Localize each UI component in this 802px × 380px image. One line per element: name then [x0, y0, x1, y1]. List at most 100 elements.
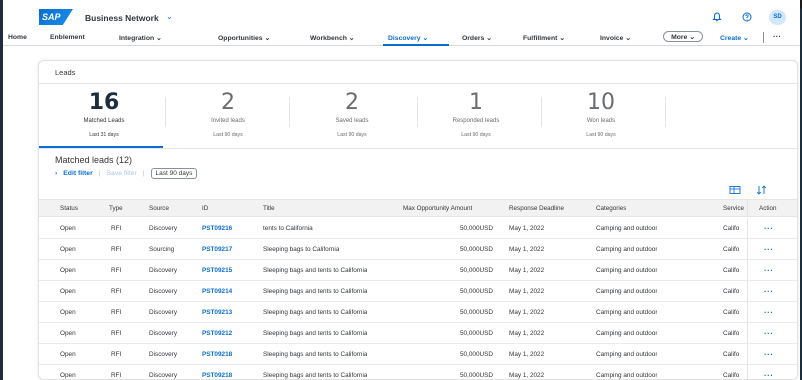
- cell-title: Sleeping bags to California: [263, 245, 340, 253]
- nav-invoice[interactable]: Invoice ⌄: [600, 34, 631, 42]
- column-header-action[interactable]: Action: [759, 200, 777, 216]
- cell-service: Califo: [723, 350, 740, 358]
- create-button[interactable]: Create ⌄: [720, 34, 749, 42]
- table-row[interactable]: Open RFI Discovery PST09215 Sleeping bags an…: [39, 260, 797, 281]
- cell-id[interactable]: PST09213: [202, 302, 232, 322]
- section-title: Matched leads (12): [55, 155, 133, 165]
- cell-type: RFI: [111, 245, 122, 253]
- kpi-invited-leads[interactable]: 2 Invited leads Last 90 days: [169, 87, 287, 145]
- kpi-separator: [665, 97, 666, 127]
- column-header-amount[interactable]: Max Opportunity Amount: [403, 200, 472, 216]
- cell-type: RFI: [111, 224, 122, 232]
- nav-home[interactable]: Home: [8, 34, 27, 41]
- column-header-id[interactable]: ID: [202, 200, 208, 216]
- kpi-label: Saved leads: [335, 118, 369, 124]
- cell-deadline: May 1, 2022: [509, 245, 545, 253]
- cell-id[interactable]: PST09212: [202, 323, 232, 343]
- bell-icon[interactable]: [709, 9, 725, 25]
- more-button[interactable]: More ⌄: [663, 31, 703, 42]
- column-header-title[interactable]: Title: [263, 200, 275, 216]
- kpi-matched-leads[interactable]: 16 Matched Leads Last 31 days: [45, 87, 163, 145]
- cell-type: RFI: [111, 266, 122, 274]
- cell-source: Discovery: [149, 266, 178, 274]
- column-header-type[interactable]: Type: [109, 200, 123, 216]
- cell-amount: 50,000USD: [459, 266, 493, 274]
- overflow-menu-button[interactable]: ···: [773, 32, 781, 41]
- kpi-label: Matched Leads: [83, 118, 125, 124]
- cell-categories: Camping and outdoor: [596, 224, 658, 232]
- cell-amount: 50,000USD: [459, 329, 493, 337]
- table-settings-icon[interactable]: [729, 185, 741, 197]
- row-actions-button[interactable]: ···: [764, 344, 774, 364]
- cell-title: Sleeping bags and tents to California: [263, 329, 368, 337]
- cell-type: RFI: [111, 371, 122, 379]
- row-actions-button[interactable]: ···: [764, 281, 774, 301]
- kpi-won-leads[interactable]: 10 Won leads Last 90 days: [542, 87, 660, 145]
- cell-service: Califo: [723, 224, 740, 232]
- filter-bar: › Edit filter | Save filter | Last 90 da…: [55, 168, 198, 179]
- table-row[interactable]: Open RFI Discovery PST09212 Sleeping bags an…: [39, 323, 797, 344]
- cell-id[interactable]: PST09214: [202, 281, 232, 301]
- kpi-period: Last 90 days: [461, 132, 491, 138]
- panel-title: Leads: [55, 68, 76, 77]
- table-row[interactable]: Open RFI Discovery PST09214 Sleeping bags an…: [39, 281, 797, 302]
- row-actions-button[interactable]: ···: [764, 323, 774, 343]
- edit-filter-link[interactable]: Edit filter: [63, 170, 92, 177]
- cell-source: Discovery: [149, 224, 178, 232]
- cell-title: Sleeping bags and tents to California: [263, 287, 368, 295]
- cell-id[interactable]: PST09218: [202, 344, 232, 364]
- nav-orders[interactable]: Orders ⌄: [462, 34, 492, 42]
- cell-deadline: May 1, 2022: [509, 350, 545, 358]
- row-actions-button[interactable]: ···: [764, 218, 774, 238]
- avatar[interactable]: SD: [769, 9, 786, 25]
- divider: [39, 148, 797, 149]
- table-row[interactable]: Open RFI Discovery PST09216 tents to Califor…: [39, 218, 797, 239]
- nav-integration[interactable]: Integration ⌄: [119, 34, 162, 42]
- nav-fulfillment[interactable]: Fulfillment ⌄: [523, 34, 565, 42]
- cell-id[interactable]: PST09215: [202, 260, 232, 280]
- column-header-service[interactable]: Service: [723, 200, 747, 216]
- row-actions-button[interactable]: ···: [764, 365, 774, 380]
- kpi-value: 10: [587, 90, 615, 115]
- kpi-period: Last 31 days: [89, 132, 119, 138]
- product-name[interactable]: Business Network: [85, 13, 159, 23]
- nav-discovery[interactable]: Discovery ⌄: [388, 34, 428, 42]
- column-header-status[interactable]: Status: [60, 200, 78, 216]
- nav-opportunities[interactable]: Opportunities ⌄: [218, 34, 270, 42]
- table-row[interactable]: Open RFI Sourcing PST09217 Sleeping bags to …: [39, 239, 797, 260]
- cell-service: Califo: [723, 287, 740, 295]
- cell-service: Califo: [723, 308, 740, 316]
- column-header-categories[interactable]: Categories: [596, 200, 626, 216]
- save-filter-link[interactable]: Save filter: [107, 170, 137, 177]
- cell-amount: 50,000USD: [459, 224, 493, 232]
- column-header-source[interactable]: Source: [149, 200, 169, 216]
- cell-deadline: May 1, 2022: [509, 224, 545, 232]
- cell-id[interactable]: PST09216: [202, 218, 232, 238]
- table-row[interactable]: Open RFI Discovery PST09218 Sleeping bags an…: [39, 365, 797, 380]
- row-actions-button[interactable]: ···: [764, 260, 774, 280]
- kpi-responded-leads[interactable]: 1 Responded leads Last 90 days: [417, 87, 535, 145]
- column-header-deadline[interactable]: Response Deadline: [509, 200, 564, 216]
- date-range-token[interactable]: Last 90 days: [150, 168, 198, 179]
- cell-source: Sourcing: [149, 245, 175, 253]
- help-icon[interactable]: [739, 9, 755, 25]
- table-row[interactable]: Open RFI Discovery PST09218 Sleeping bags an…: [39, 344, 797, 365]
- cell-id[interactable]: PST09217: [202, 239, 232, 259]
- sort-icon[interactable]: [756, 185, 768, 197]
- sap-logo[interactable]: SAP: [39, 9, 73, 25]
- cell-status: Open: [60, 266, 76, 274]
- table-row[interactable]: Open RFI Discovery PST09213 Sleeping bags an…: [39, 302, 797, 323]
- row-actions-button[interactable]: ···: [764, 239, 774, 259]
- kpi-saved-leads[interactable]: 2 Saved leads Last 90 days: [293, 87, 411, 145]
- cell-amount: 50,000USD: [459, 245, 493, 253]
- nav-enablement[interactable]: Enblement: [50, 34, 85, 41]
- chevron-down-icon[interactable]: ⌄: [166, 12, 173, 21]
- kpi-separator: [165, 97, 166, 127]
- row-actions-button[interactable]: ···: [764, 302, 774, 322]
- cell-service: Califo: [723, 371, 740, 379]
- kpi-separator: [289, 97, 290, 127]
- cell-id[interactable]: PST09218: [202, 365, 232, 379]
- cell-status: Open: [60, 329, 76, 337]
- table-header-row: Status Type Source ID Title Max Opportun…: [39, 199, 797, 217]
- nav-workbench[interactable]: Workbench ⌄: [310, 34, 354, 42]
